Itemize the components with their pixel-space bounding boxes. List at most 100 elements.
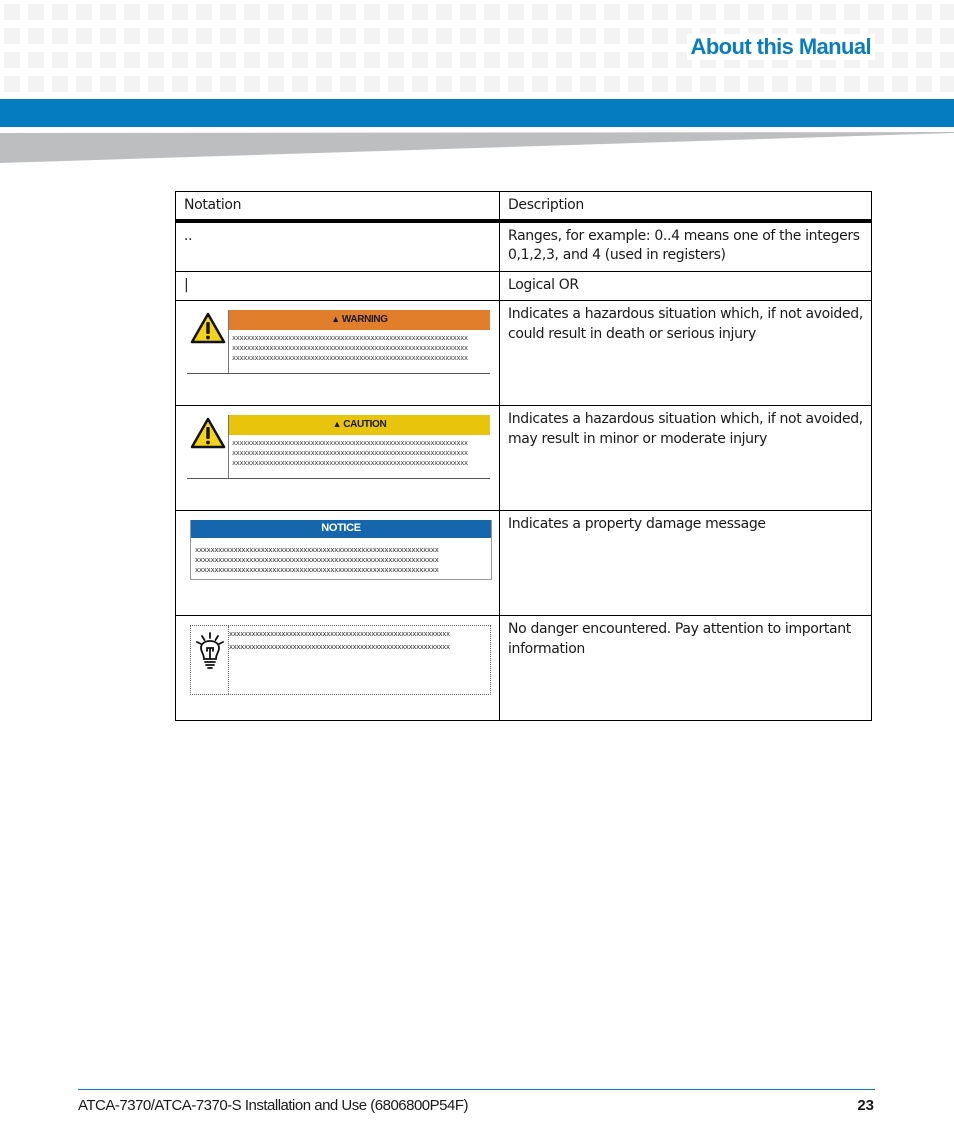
pattern-square [604, 52, 620, 68]
pattern-square [172, 52, 188, 68]
pattern-square [268, 76, 284, 92]
notation-cell: ▲ CAUTION xxxxxxxxxxxxxxxxxxxxxxxxxxxxxxx… [175, 405, 500, 511]
pattern-square [868, 76, 884, 92]
pattern-square [4, 4, 20, 20]
tip-placeholder-text: xxxxxxxxxxxxxxxxxxxxxxxxxxxxxxxxxxxxxxxx… [229, 630, 450, 651]
pattern-square [916, 28, 932, 44]
pattern-square [220, 76, 236, 92]
footer-rule [78, 1089, 875, 1090]
pattern-square [388, 52, 404, 68]
notation-table: Notation Description .. Ranges, for exam… [175, 191, 872, 721]
column-header-description: Description [499, 191, 872, 223]
caution-sign-label: CAUTION [343, 419, 387, 431]
header-blue-bar [0, 99, 954, 127]
pattern-square [436, 28, 452, 44]
alert-triangle-icon: ▲ [332, 419, 342, 430]
pattern-square [676, 76, 692, 92]
pattern-square [316, 4, 332, 20]
pattern-square [28, 4, 44, 20]
pattern-square [652, 76, 668, 92]
table-row: | Logical OR [175, 270, 872, 301]
pattern-square [580, 52, 596, 68]
pattern-square [268, 4, 284, 20]
footer-document-title: ATCA-7370/ATCA-7370-S Installation and U… [78, 1097, 469, 1114]
pattern-square [4, 52, 20, 68]
pattern-square [28, 76, 44, 92]
pattern-square [124, 76, 140, 92]
pattern-square [52, 4, 68, 20]
table-row: ▲ WARNING xxxxxxxxxxxxxxxxxxxxxxxxxxxxxxx… [175, 300, 872, 406]
pattern-square [460, 76, 476, 92]
pattern-square [484, 52, 500, 68]
table-row: ▲ CAUTION xxxxxxxxxxxxxxxxxxxxxxxxxxxxxxx… [175, 405, 872, 511]
pattern-square [532, 52, 548, 68]
pattern-square [364, 52, 380, 68]
pattern-square [148, 4, 164, 20]
alert-triangle-icon: ▲ [331, 314, 340, 325]
pattern-square [124, 4, 140, 20]
pattern-square [268, 28, 284, 44]
caution-sign-header: ▲ CAUTION [229, 415, 490, 435]
pattern-square [196, 76, 212, 92]
pattern-square [196, 28, 212, 44]
pattern-square [724, 4, 740, 20]
notice-sign: NOTICE xxxxxxxxxxxxxxxxxxxxxxxxxxxxxxxxx… [190, 520, 492, 580]
pattern-square [292, 4, 308, 20]
pattern-square [340, 28, 356, 44]
pattern-square [748, 4, 764, 20]
pattern-square [628, 28, 644, 44]
pattern-square [412, 28, 428, 44]
pattern-square [940, 4, 954, 20]
pattern-square [604, 28, 620, 44]
warning-sign-label: WARNING [341, 314, 388, 326]
pattern-square [484, 76, 500, 92]
pattern-square [844, 76, 860, 92]
lightbulb-icon [191, 626, 229, 694]
pattern-square [772, 4, 788, 20]
pattern-square [196, 52, 212, 68]
pattern-square [460, 52, 476, 68]
pattern-square [172, 4, 188, 20]
pattern-square [220, 28, 236, 44]
pattern-square [556, 76, 572, 92]
notation-cell: .. [175, 220, 500, 272]
pattern-square [76, 76, 92, 92]
pattern-square [532, 76, 548, 92]
caution-sign: ▲ CAUTION xxxxxxxxxxxxxxxxxxxxxxxxxxxxxxx… [187, 415, 490, 479]
pattern-square [244, 76, 260, 92]
pattern-square [484, 28, 500, 44]
pattern-square [340, 4, 356, 20]
pattern-square [52, 76, 68, 92]
pattern-square [820, 76, 836, 92]
pattern-square [148, 52, 164, 68]
pattern-square [292, 28, 308, 44]
pattern-square [28, 28, 44, 44]
table-row: NOTICE xxxxxxxxxxxxxxxxxxxxxxxxxxxxxxxxx… [175, 510, 872, 616]
pattern-square [412, 52, 428, 68]
pattern-square [556, 28, 572, 44]
pattern-square [4, 28, 20, 44]
pattern-square [556, 4, 572, 20]
pattern-square [532, 4, 548, 20]
pattern-square [676, 4, 692, 20]
pattern-square [772, 76, 788, 92]
pattern-square [724, 76, 740, 92]
pattern-square [652, 4, 668, 20]
pattern-square [148, 76, 164, 92]
pattern-square [76, 28, 92, 44]
pattern-square [220, 4, 236, 20]
pattern-square [340, 76, 356, 92]
table-row: .. Ranges, for example: 0..4 means one o… [175, 220, 872, 272]
pattern-square [244, 4, 260, 20]
pattern-square [580, 28, 596, 44]
notation-cell: NOTICE xxxxxxxxxxxxxxxxxxxxxxxxxxxxxxxxx… [175, 510, 500, 616]
pattern-square [508, 4, 524, 20]
pattern-square [796, 4, 812, 20]
pattern-square [436, 76, 452, 92]
table-header-row: Notation Description [175, 191, 872, 223]
pattern-square [436, 4, 452, 20]
pattern-square [196, 4, 212, 20]
pattern-square [100, 52, 116, 68]
pattern-square [76, 52, 92, 68]
pattern-square [652, 28, 668, 44]
